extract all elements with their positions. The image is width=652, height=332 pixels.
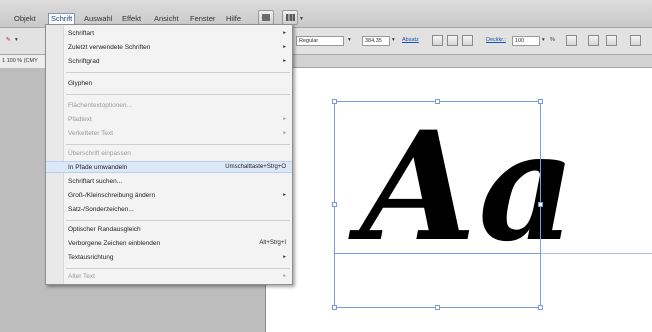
- menu-separator: [66, 144, 290, 145]
- fill-caret-icon[interactable]: ▾: [15, 37, 18, 43]
- menu-item-glyphen[interactable]: Glyphen: [46, 78, 292, 90]
- menu-item-schriftart-suchen[interactable]: Schriftart suchen...: [46, 176, 292, 188]
- menu-fenster[interactable]: Fenster: [190, 14, 215, 24]
- align-left-button[interactable]: [432, 35, 443, 46]
- font-style-field[interactable]: Regular: [296, 36, 344, 46]
- menu-item-schriftgrad[interactable]: Schriftgrad ▸: [46, 56, 292, 68]
- align-center-button[interactable]: [447, 35, 458, 46]
- menu-item-shortcut: Umschalttaste+Strg+O: [225, 164, 286, 170]
- options-button[interactable]: [630, 35, 641, 46]
- submenu-arrow-icon: ▸: [283, 30, 286, 36]
- menu-item-label: Flächentextoptionen...: [68, 102, 132, 109]
- submenu-arrow-icon: ▸: [283, 273, 286, 279]
- menu-item-label: Groß-/Kleinschreibung ändern: [68, 192, 156, 199]
- menu-item-pfadtext: Pfadtext ▸: [46, 114, 292, 126]
- arrange-caret-icon[interactable]: ▾: [300, 15, 303, 22]
- align-panel-button[interactable]: [588, 35, 599, 46]
- menu-item-in-pfade-umwandeln[interactable]: In Pfade umwandeln Umschalttaste+Strg+O: [46, 161, 292, 173]
- menu-auswahl[interactable]: Auswahl: [84, 14, 112, 24]
- menu-separator: [66, 72, 290, 73]
- text-baseline: [334, 253, 541, 254]
- menu-hilfe[interactable]: Hilfe: [226, 14, 241, 24]
- arrange-panel-button[interactable]: [606, 35, 617, 46]
- fill-color-icon[interactable]: ✎: [6, 37, 11, 43]
- submenu-arrow-icon: ▸: [283, 44, 286, 50]
- menu-item-verketteter-text: Verketteter Text ▸: [46, 128, 292, 140]
- arrange-documents-button[interactable]: [282, 10, 298, 25]
- menu-ansicht[interactable]: Ansicht: [154, 14, 179, 24]
- arrange-icon: [286, 14, 295, 21]
- handle-top-right[interactable]: [538, 99, 543, 104]
- menu-item-label: Schriftart suchen...: [68, 178, 123, 185]
- menu-objekt[interactable]: Objekt: [14, 14, 36, 24]
- bridge-icon: [262, 14, 270, 21]
- font-style-caret-icon[interactable]: ▾: [348, 37, 351, 43]
- menu-item-label: Verketteter Text: [68, 130, 114, 137]
- submenu-arrow-icon: ▸: [283, 130, 286, 136]
- schrift-menu: Schriftart ▸ Zuletzt verwendete Schrifte…: [45, 24, 293, 285]
- menu-item-label: Satz-/Sonderzeichen...: [68, 206, 134, 213]
- menu-item-label: Optischer Randausgleich: [68, 226, 141, 233]
- menu-item-label: In Pfade umwandeln: [68, 164, 128, 171]
- bridge-button[interactable]: [258, 10, 274, 25]
- menu-item-label: Zuletzt verwendete Schriften: [68, 44, 151, 51]
- font-size-field[interactable]: 384,35: [362, 36, 390, 46]
- menu-item-zuletzt-verwendete-schriften[interactable]: Zuletzt verwendete Schriften ▸: [46, 42, 292, 54]
- menu-item-label: Pfadtext: [68, 116, 92, 123]
- handle-bottom-right[interactable]: [538, 305, 543, 310]
- submenu-arrow-icon: ▸: [283, 254, 286, 260]
- opacity-percent: %: [550, 37, 555, 43]
- handle-top-center[interactable]: [435, 99, 440, 104]
- menu-item-gross-kleinschreibung[interactable]: Groß-/Kleinschreibung ändern ▸: [46, 190, 292, 202]
- handle-top-left[interactable]: [332, 99, 337, 104]
- menu-item-label: Schriftgrad: [68, 58, 100, 65]
- menu-item-label: Verborgene Zeichen einblenden: [68, 240, 161, 247]
- opacity-field[interactable]: 100: [512, 36, 540, 46]
- menu-effekt[interactable]: Effekt: [122, 14, 141, 24]
- handle-middle-left[interactable]: [332, 202, 337, 207]
- opacity-caret-icon[interactable]: ▾: [542, 37, 545, 43]
- font-size-caret-icon[interactable]: ▾: [392, 37, 395, 43]
- menu-item-schriftart[interactable]: Schriftart ▸: [46, 28, 292, 40]
- menu-item-textausrichtung[interactable]: Textausrichtung ▸: [46, 252, 292, 264]
- menu-separator: [66, 220, 290, 221]
- submenu-arrow-icon: ▸: [283, 116, 286, 122]
- menu-item-flaechentextoptionen: Flächentextoptionen...: [46, 100, 292, 112]
- handle-bottom-center[interactable]: [435, 305, 440, 310]
- submenu-arrow-icon: ▸: [283, 192, 286, 198]
- menu-item-satz-sonderzeichen[interactable]: Satz-/Sonderzeichen...: [46, 204, 292, 216]
- menu-item-verborgene-zeichen[interactable]: Verborgene Zeichen einblenden Alt+Strg+I: [46, 238, 292, 250]
- menu-separator: [66, 94, 290, 95]
- menu-item-label: Textausrichtung: [68, 254, 114, 261]
- menu-item-label: Schriftart: [68, 30, 95, 37]
- document-tab[interactable]: 1 100 % (CMY: [0, 55, 46, 68]
- menu-item-alter-text: Alter Text ▸: [46, 271, 292, 283]
- menu-separator: [66, 268, 290, 269]
- menu-item-optischer-randausgleich[interactable]: Optischer Randausgleich: [46, 224, 292, 236]
- menu-item-label: Alter Text: [68, 273, 95, 280]
- menu-item-label: Glyphen: [68, 80, 93, 87]
- handle-middle-right[interactable]: [538, 202, 543, 207]
- submenu-arrow-icon: ▸: [283, 58, 286, 64]
- menu-item-label: Überschrift einpassen: [68, 150, 131, 157]
- opacity-label[interactable]: Deckkr.:: [486, 37, 506, 43]
- selection-bounding-box[interactable]: [334, 101, 541, 308]
- absatz-link[interactable]: Absatz: [402, 37, 419, 43]
- align-right-button[interactable]: [462, 35, 473, 46]
- transform-button[interactable]: [566, 35, 577, 46]
- handle-bottom-left[interactable]: [332, 305, 337, 310]
- menu-item-shortcut: Alt+Strg+I: [259, 240, 286, 246]
- menu-item-ueberschrift-einpassen: Überschrift einpassen: [46, 148, 292, 160]
